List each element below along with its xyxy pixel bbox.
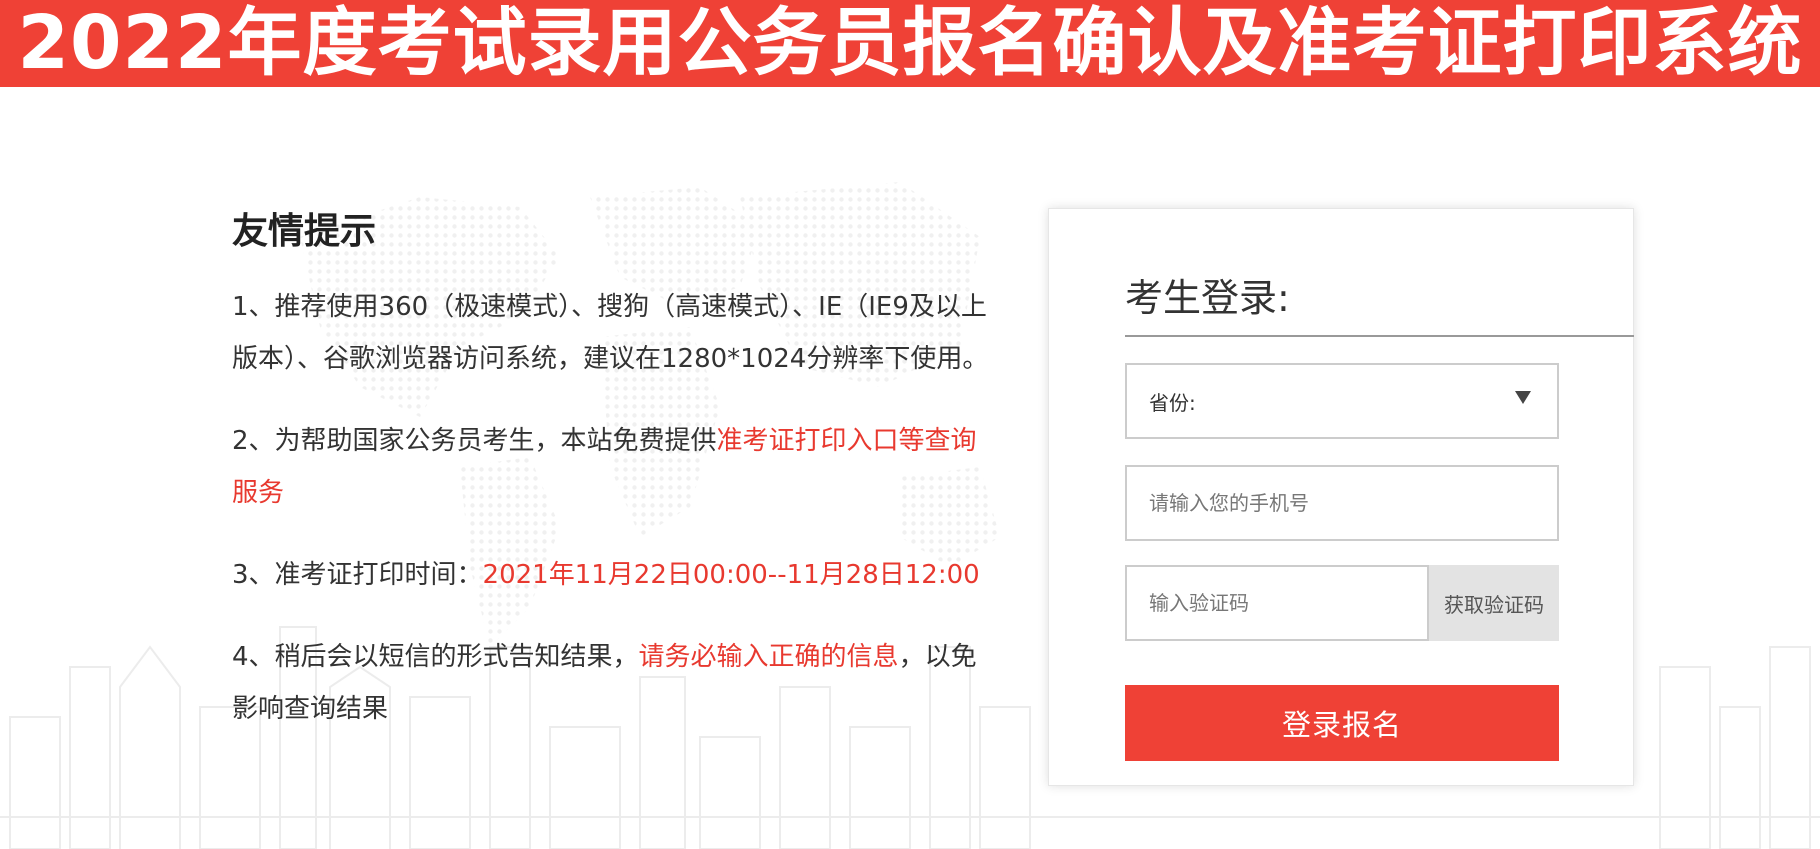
tip-highlight: 2021年11月22日00:00--11月28日12:00 — [482, 560, 980, 590]
tips-heading: 友情提示 — [232, 211, 377, 252]
login-submit-button[interactable]: 登录报名 — [1125, 685, 1559, 761]
tip-text: 4、稍后会以短信的形式告知结果， — [232, 642, 639, 672]
title-divider — [1125, 335, 1634, 337]
friendly-tips: 友情提示 1、推荐使用360（极速模式）、搜狗（高速模式）、IE（IE9及以上版… — [232, 205, 992, 765]
login-title: 考生登录: — [1125, 276, 1290, 320]
tip-item-2: 2、为帮助国家公务员考生，本站免费提供准考证打印入口等查询服务 — [232, 415, 992, 519]
phone-field — [1125, 465, 1559, 541]
code-input[interactable] — [1127, 567, 1427, 639]
tip-item-1: 1、推荐使用360（极速模式）、搜狗（高速模式）、IE（IE9及以上版本）、谷歌… — [232, 281, 992, 385]
header-banner: 2022年度考试录用公务员报名确认及准考证打印系统 — [0, 0, 1820, 87]
get-code-button[interactable]: 获取验证码 — [1429, 565, 1559, 641]
province-label: 省份: — [1149, 390, 1196, 415]
code-field — [1125, 565, 1429, 641]
verification-code-row: 获取验证码 — [1125, 565, 1559, 641]
tip-text: 3、准考证打印时间： — [232, 560, 483, 590]
tip-text: 1、推荐使用360（极速模式）、搜狗（高速模式）、IE（IE9及以上版本）、谷歌… — [232, 292, 989, 374]
phone-input[interactable] — [1127, 467, 1557, 539]
chevron-down-icon — [1515, 391, 1531, 404]
login-card: 考生登录: 省份: 获取验证码 登录报名 — [1048, 208, 1634, 786]
tip-item-4: 4、稍后会以短信的形式告知结果，请务必输入正确的信息，以免影响查询结果 — [232, 631, 992, 735]
tip-item-3: 3、准考证打印时间：2021年11月22日00:00--11月28日12:00 — [232, 549, 992, 601]
tip-highlight: 请务必输入正确的信息 — [638, 642, 899, 672]
tip-text: 2、为帮助国家公务员考生，本站免费提供 — [232, 426, 717, 456]
page-title: 2022年度考试录用公务员报名确认及准考证打印系统 — [17, 0, 1803, 86]
province-select[interactable]: 省份: — [1125, 363, 1559, 439]
